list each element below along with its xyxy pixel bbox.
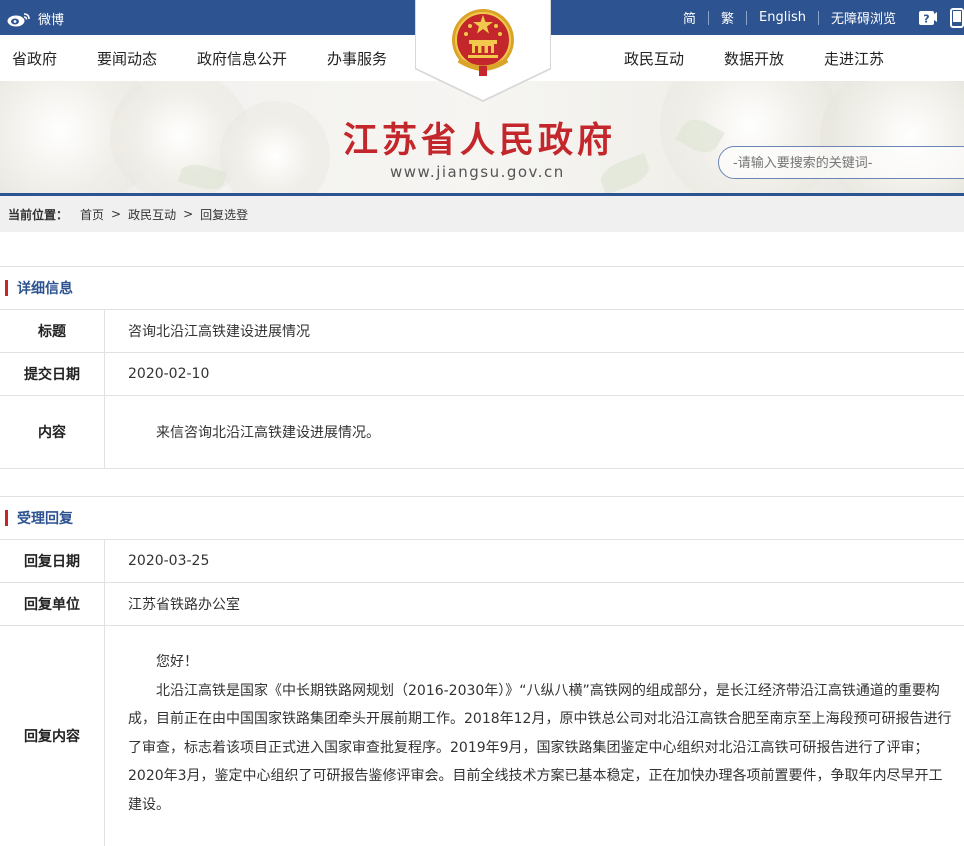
help-icon[interactable]: ? — [918, 9, 938, 27]
phone-icon[interactable] — [950, 7, 964, 28]
reply-heading: 受理回复 — [17, 511, 73, 527]
reply-content: 您好！ 北沿江高铁是国家《中长期铁路网规划（2016-2030年）》“八纵八横”… — [105, 626, 964, 846]
nav-item-news[interactable]: 要闻动态 — [83, 48, 171, 69]
weibo-icon — [7, 12, 30, 26]
nav-item-province-gov[interactable]: 省政府 — [0, 48, 71, 69]
reply-unit-label: 回复单位 — [0, 583, 105, 625]
svg-text:?: ? — [923, 12, 929, 25]
traditional-chinese-link[interactable]: 繁 — [709, 8, 746, 27]
english-link[interactable]: English — [747, 10, 818, 25]
detail-title-row: 标题 咨询北沿江高铁建设进展情况 — [0, 310, 964, 353]
breadcrumb: 当前位置： 首页 > 政民互动 > 回复选登 — [0, 196, 964, 232]
content-label: 内容 — [0, 396, 105, 468]
reply-date-row: 回复日期 2020-03-25 — [0, 540, 964, 583]
simplified-chinese-link[interactable]: 简 — [671, 8, 708, 27]
reply-unit-row: 回复单位 江苏省铁路办公室 — [0, 583, 964, 626]
nav-item-about-jiangsu[interactable]: 走进江苏 — [810, 48, 898, 69]
weibo-link[interactable]: 微博 — [6, 9, 64, 28]
section-marker — [5, 510, 8, 526]
breadcrumb-separator: > — [183, 207, 194, 221]
breadcrumb-interaction[interactable]: 政民互动 — [128, 206, 176, 223]
reply-body: 北沿江高铁是国家《中长期铁路网规划（2016-2030年）》“八纵八横”高铁网的… — [128, 682, 952, 813]
breadcrumb-separator: > — [111, 207, 122, 221]
detail-heading: 详细信息 — [17, 281, 73, 297]
reply-date-label: 回复日期 — [0, 540, 105, 582]
search-box — [718, 146, 964, 180]
title-value: 咨询北沿江高铁建设进展情况 — [128, 324, 310, 340]
breadcrumb-reply-list[interactable]: 回复选登 — [200, 206, 248, 223]
reply-content-label: 回复内容 — [0, 626, 105, 846]
detail-date-row: 提交日期 2020-02-10 — [0, 353, 964, 396]
breadcrumb-label: 当前位置： — [8, 207, 69, 222]
submit-date-label: 提交日期 — [0, 353, 105, 395]
nav-item-open-data[interactable]: 数据开放 — [710, 48, 798, 69]
site-url: www.jiangsu.gov.cn — [390, 163, 565, 181]
nav-item-interaction[interactable]: 政民互动 — [610, 48, 698, 69]
breadcrumb-home[interactable]: 首页 — [80, 206, 104, 223]
detail-content-row: 内容 来信咨询北沿江高铁建设进展情况。 — [0, 396, 964, 469]
decorative-flower — [220, 101, 330, 193]
national-emblem-icon[interactable] — [449, 6, 517, 80]
search-input[interactable] — [719, 147, 955, 180]
reply-content-row: 回复内容 您好！ 北沿江高铁是国家《中长期铁路网规划（2016-2030年）》“… — [0, 626, 964, 846]
title-label: 标题 — [0, 310, 105, 352]
weibo-label: 微博 — [38, 13, 65, 28]
reply-date-value: 2020-03-25 — [128, 553, 210, 569]
section-marker — [5, 280, 8, 296]
nav-item-gov-info[interactable]: 政府信息公开 — [183, 48, 301, 69]
site-title: 江苏省人民政府 — [343, 120, 617, 161]
submit-date-value: 2020-02-10 — [128, 366, 210, 382]
reply-section-header: 受理回复 — [0, 496, 964, 540]
nav-item-services[interactable]: 办事服务 — [313, 48, 401, 69]
content-value: 来信咨询北沿江高铁建设进展情况。 — [156, 425, 380, 441]
accessibility-link[interactable]: 无障碍浏览 — [819, 8, 908, 27]
detail-section-header: 详细信息 — [0, 266, 964, 310]
reply-unit-value: 江苏省铁路办公室 — [128, 597, 240, 613]
reply-greeting: 您好！ — [156, 654, 198, 670]
